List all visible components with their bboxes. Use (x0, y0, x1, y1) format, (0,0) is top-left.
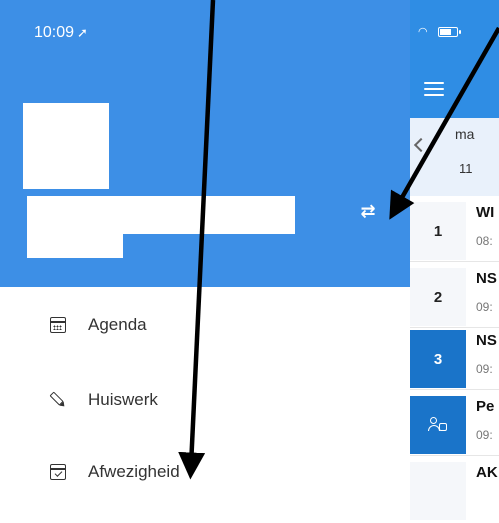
lesson-icon-tile (410, 396, 466, 454)
redacted-name (27, 196, 295, 234)
menu-item-afwezigheid[interactable]: Afwezigheid (0, 446, 410, 498)
calendar-check-icon (50, 464, 66, 480)
menu-item-label: Afwezigheid (88, 462, 180, 481)
calendar-icon (50, 317, 66, 333)
lesson-row[interactable]: 2 NS 09: (406, 262, 499, 328)
lesson-title: AK (476, 464, 498, 481)
day-name[interactable]: ma (455, 126, 474, 142)
lesson-title: NS (476, 332, 497, 349)
lesson-time: 08: (476, 234, 493, 248)
person-lock-icon (428, 417, 448, 433)
lesson-time: 09: (476, 428, 493, 442)
menu-item-huiswerk[interactable]: Huiswerk (0, 374, 410, 426)
menu-item-agenda[interactable]: Agenda (0, 299, 410, 351)
pencil-icon (47, 389, 70, 412)
lesson-time: 09: (476, 300, 493, 314)
lesson-number (410, 462, 466, 520)
menu-item-label: Agenda (88, 315, 147, 334)
battery-icon (438, 27, 461, 37)
avatar (23, 103, 109, 189)
lesson-row[interactable]: Pe 09: (406, 390, 499, 456)
lesson-title: Pe (476, 398, 495, 415)
app-header: ◠ (398, 0, 499, 118)
navigation-drawer: 10:09 ➚ ⇄ Agenda Huiswerk Afwezigheid (0, 0, 410, 523)
menu-item-label: Huiswerk (88, 390, 158, 409)
lesson-number: 2 (410, 268, 466, 326)
wifi-icon: ◠ (418, 26, 428, 38)
lesson-number: 1 (410, 202, 466, 260)
drawer-header: 10:09 ➚ ⇄ (0, 0, 410, 287)
status-time: 10:09 ➚ (34, 24, 88, 42)
date-strip: ma 11 (398, 118, 499, 196)
lesson-title: NS (476, 270, 497, 287)
redacted-name-line-2 (27, 232, 123, 258)
location-arrow-icon: ➚ (77, 25, 88, 40)
lesson-title: WI (476, 204, 495, 221)
lesson-row[interactable]: 1 WI 08: (406, 196, 499, 262)
lesson-row[interactable]: 3 NS 09: (406, 324, 499, 390)
day-number[interactable]: 11 (459, 161, 473, 176)
lesson-time: 09: (476, 362, 493, 376)
lesson-row[interactable]: AK (406, 456, 499, 522)
status-time-value: 10:09 (34, 24, 75, 41)
hamburger-menu-icon[interactable] (424, 82, 444, 96)
switch-account-icon[interactable]: ⇄ (357, 200, 379, 222)
chevron-left-icon[interactable] (413, 137, 429, 153)
schedule-screen: ◠ ma 11 1 WI 08: 2 NS 09: 3 NS 09: Pe 09… (398, 0, 499, 523)
lesson-number: 3 (410, 330, 466, 388)
